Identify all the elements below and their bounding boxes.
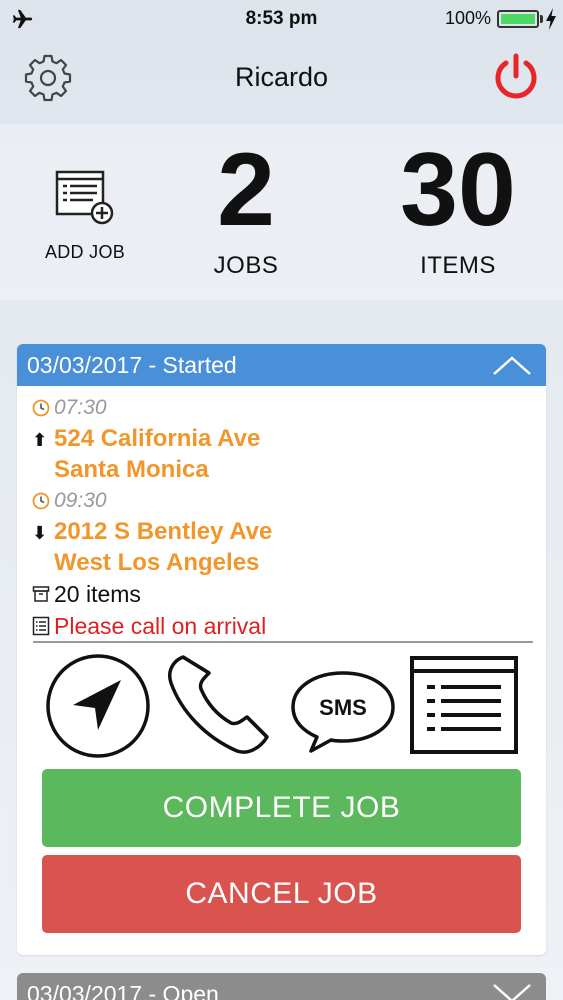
items-row: 20 items xyxy=(32,578,546,610)
box-icon xyxy=(32,586,50,602)
jobs-stat: 2 JOBS xyxy=(186,134,306,280)
cancel-job-button[interactable]: CANCEL JOB xyxy=(42,855,521,933)
complete-job-button[interactable]: COMPLETE JOB xyxy=(42,769,521,847)
status-bar: 8:53 pm 100% xyxy=(0,0,563,38)
pickup-address-line2: Santa Monica xyxy=(54,456,209,483)
dropoff-address-line1: 2012 S Bentley Ave xyxy=(54,518,273,545)
navigation-arrow-icon[interactable] xyxy=(45,653,151,759)
dropoff-time-row: 09:30 xyxy=(32,485,546,516)
battery-tip xyxy=(540,15,543,23)
power-icon[interactable] xyxy=(491,52,541,102)
jobs-count: 2 xyxy=(217,132,275,248)
charging-bolt-icon xyxy=(546,8,556,30)
items-count: 30 xyxy=(400,132,516,248)
pickup-address-row[interactable]: ⬆ 524 California Ave Santa Monica xyxy=(32,423,546,485)
pickup-address-line1: 524 California Ave xyxy=(54,425,261,452)
clock-icon xyxy=(32,492,50,509)
job-card-title: 03/03/2017 - Started xyxy=(27,352,237,378)
arrow-up-icon: ⬆ xyxy=(32,430,48,450)
app-header: Ricardo xyxy=(0,38,563,124)
items-count-text: 20 items xyxy=(54,580,141,607)
summary-panel: ADD JOB 2 JOBS 30 ITEMS xyxy=(0,124,563,300)
dropoff-time: 09:30 xyxy=(54,488,107,512)
action-icons: SMS xyxy=(17,649,546,758)
battery-percent: 100% xyxy=(444,8,491,28)
items-stat: 30 ITEMS xyxy=(376,134,540,280)
sms-label: SMS xyxy=(319,695,367,720)
jobs-label: JOBS xyxy=(213,252,279,279)
chevron-down-icon[interactable] xyxy=(492,983,532,1000)
job-details: 07:30 ⬆ 524 California Ave Santa Monica … xyxy=(17,386,546,642)
pickup-time-row: 07:30 xyxy=(32,392,546,423)
note-row: Please call on arrival xyxy=(32,610,546,642)
pickup-time: 07:30 xyxy=(54,395,107,419)
add-job-icon xyxy=(55,170,114,225)
divider xyxy=(33,641,533,643)
dropoff-address-row[interactable]: ⬇ 2012 S Bentley Ave West Los Angeles xyxy=(32,516,546,578)
arrow-down-icon: ⬇ xyxy=(32,523,48,543)
next-job-card-header[interactable]: 03/03/2017 - Open xyxy=(17,973,546,1000)
note-icon xyxy=(32,616,50,636)
job-card-header[interactable]: 03/03/2017 - Started xyxy=(17,344,546,386)
items-label: ITEMS xyxy=(420,252,496,279)
clock-icon xyxy=(32,399,50,416)
add-job-label: ADD JOB xyxy=(44,242,126,262)
job-note: Please call on arrival xyxy=(54,612,267,639)
add-job-button[interactable]: ADD JOB xyxy=(32,168,138,263)
sms-icon[interactable]: SMS xyxy=(289,669,397,753)
dropoff-address-line2: West Los Angeles xyxy=(54,549,260,576)
job-card: 03/03/2017 - Started 07:30 ⬆ 524 Califor… xyxy=(17,344,546,955)
battery-icon xyxy=(497,10,539,28)
page-title: Ricardo xyxy=(234,62,329,92)
chevron-up-icon[interactable] xyxy=(492,354,532,376)
phone-icon[interactable] xyxy=(165,651,277,757)
next-job-card-title: 03/03/2017 - Open xyxy=(27,981,219,1000)
list-icon[interactable] xyxy=(409,655,519,755)
